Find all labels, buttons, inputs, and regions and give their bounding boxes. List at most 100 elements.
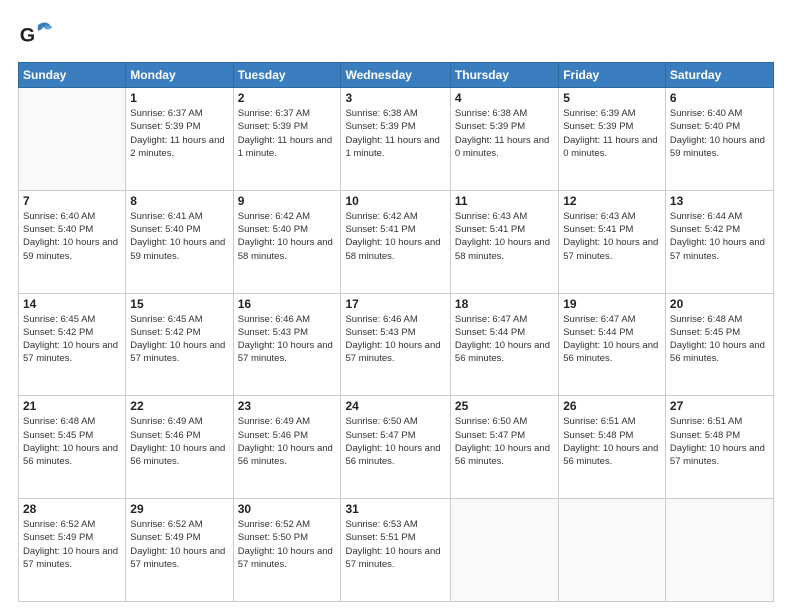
day-info: Sunrise: 6:42 AM Sunset: 5:41 PM Dayligh… — [345, 210, 445, 263]
calendar-page: G SundayMondayTuesdayWednesdayThursdayFr… — [0, 0, 792, 612]
calendar-cell: 11 Sunrise: 6:43 AM Sunset: 5:41 PM Dayli… — [450, 190, 558, 293]
calendar-cell: 6 Sunrise: 6:40 AM Sunset: 5:40 PM Daylig… — [665, 88, 773, 191]
day-number: 20 — [670, 297, 769, 311]
day-info: Sunrise: 6:38 AM Sunset: 5:39 PM Dayligh… — [455, 107, 554, 160]
day-info: Sunrise: 6:46 AM Sunset: 5:43 PM Dayligh… — [345, 313, 445, 366]
calendar-cell: 30Sunrise: 6:52 AM Sunset: 5:50 PM Dayli… — [233, 499, 341, 602]
day-number: 31 — [345, 502, 445, 516]
calendar-header-tuesday: Tuesday — [233, 63, 341, 88]
day-number: 16 — [238, 297, 337, 311]
day-number: 14 — [23, 297, 121, 311]
calendar-header-thursday: Thursday — [450, 63, 558, 88]
day-number: 30 — [238, 502, 337, 516]
calendar-cell: 13 Sunrise: 6:44 AM Sunset: 5:42 PM Dayli… — [665, 190, 773, 293]
day-info: Sunrise: 6:45 AM Sunset: 5:42 PM Dayligh… — [130, 313, 228, 366]
calendar-header-row: SundayMondayTuesdayWednesdayThursdayFrid… — [19, 63, 774, 88]
calendar-cell: 18 Sunrise: 6:47 AM Sunset: 5:44 PM Dayli… — [450, 293, 558, 396]
calendar-week-4: 21 Sunrise: 6:48 AM Sunset: 5:45 PM Dayli… — [19, 396, 774, 499]
calendar-header-friday: Friday — [559, 63, 666, 88]
day-number: 12 — [563, 194, 661, 208]
day-number: 8 — [130, 194, 228, 208]
day-info: Sunrise: 6:52 AM Sunset: 5:49 PM Dayligh… — [23, 518, 121, 571]
calendar-cell — [559, 499, 666, 602]
day-info: Sunrise: 6:48 AM Sunset: 5:45 PM Dayligh… — [670, 313, 769, 366]
day-info: Sunrise: 6:40 AM Sunset: 5:40 PM Dayligh… — [670, 107, 769, 160]
calendar-cell: 28 Sunrise: 6:52 AM Sunset: 5:49 PM Dayli… — [19, 499, 126, 602]
calendar-cell: 7 Sunrise: 6:40 AM Sunset: 5:40 PM Daylig… — [19, 190, 126, 293]
day-number: 10 — [345, 194, 445, 208]
day-number: 23 — [238, 399, 337, 413]
calendar-cell: 23 Sunrise: 6:49 AM Sunset: 5:46 PM Dayli… — [233, 396, 341, 499]
calendar-cell: 4 Sunrise: 6:38 AM Sunset: 5:39 PM Daylig… — [450, 88, 558, 191]
calendar-cell: 10 Sunrise: 6:42 AM Sunset: 5:41 PM Dayli… — [341, 190, 450, 293]
day-info: Sunrise: 6:49 AM Sunset: 5:46 PM Dayligh… — [238, 415, 337, 468]
logo-icon: G — [18, 18, 54, 54]
day-info: Sunrise: 6:41 AM Sunset: 5:40 PM Dayligh… — [130, 210, 228, 263]
calendar-table: SundayMondayTuesdayWednesdayThursdayFrid… — [18, 62, 774, 602]
calendar-cell — [665, 499, 773, 602]
day-number: 24 — [345, 399, 445, 413]
day-number: 21 — [23, 399, 121, 413]
day-number: 25 — [455, 399, 554, 413]
day-number: 15 — [130, 297, 228, 311]
calendar-cell: 3Sunrise: 6:38 AM Sunset: 5:39 PM Daylig… — [341, 88, 450, 191]
day-info: Sunrise: 6:38 AM Sunset: 5:39 PM Dayligh… — [345, 107, 445, 160]
day-info: Sunrise: 6:46 AM Sunset: 5:43 PM Dayligh… — [238, 313, 337, 366]
day-number: 7 — [23, 194, 121, 208]
calendar-week-3: 14 Sunrise: 6:45 AM Sunset: 5:42 PM Dayli… — [19, 293, 774, 396]
day-info: Sunrise: 6:43 AM Sunset: 5:41 PM Dayligh… — [455, 210, 554, 263]
calendar-cell — [19, 88, 126, 191]
calendar-cell: 25 Sunrise: 6:50 AM Sunset: 5:47 PM Dayli… — [450, 396, 558, 499]
header: G — [18, 18, 774, 54]
calendar-cell: 5Sunrise: 6:39 AM Sunset: 5:39 PM Daylig… — [559, 88, 666, 191]
calendar-cell: 26Sunrise: 6:51 AM Sunset: 5:48 PM Dayli… — [559, 396, 666, 499]
day-number: 4 — [455, 91, 554, 105]
calendar-cell: 9 Sunrise: 6:42 AM Sunset: 5:40 PM Daylig… — [233, 190, 341, 293]
calendar-cell: 12 Sunrise: 6:43 AM Sunset: 5:41 PM Dayli… — [559, 190, 666, 293]
calendar-cell: 27 Sunrise: 6:51 AM Sunset: 5:48 PM Dayli… — [665, 396, 773, 499]
day-number: 26 — [563, 399, 661, 413]
day-info: Sunrise: 6:43 AM Sunset: 5:41 PM Dayligh… — [563, 210, 661, 263]
calendar-cell: 21 Sunrise: 6:48 AM Sunset: 5:45 PM Dayli… — [19, 396, 126, 499]
day-info: Sunrise: 6:42 AM Sunset: 5:40 PM Dayligh… — [238, 210, 337, 263]
day-info: Sunrise: 6:39 AM Sunset: 5:39 PM Dayligh… — [563, 107, 661, 160]
day-info: Sunrise: 6:48 AM Sunset: 5:45 PM Dayligh… — [23, 415, 121, 468]
calendar-cell: 22Sunrise: 6:49 AM Sunset: 5:46 PM Dayli… — [126, 396, 233, 499]
calendar-cell: 2Sunrise: 6:37 AM Sunset: 5:39 PM Daylig… — [233, 88, 341, 191]
calendar-week-1: 1Sunrise: 6:37 AM Sunset: 5:39 PM Daylig… — [19, 88, 774, 191]
calendar-cell: 14 Sunrise: 6:45 AM Sunset: 5:42 PM Dayli… — [19, 293, 126, 396]
day-number: 9 — [238, 194, 337, 208]
day-info: Sunrise: 6:51 AM Sunset: 5:48 PM Dayligh… — [670, 415, 769, 468]
calendar-cell: 17 Sunrise: 6:46 AM Sunset: 5:43 PM Dayli… — [341, 293, 450, 396]
day-number: 2 — [238, 91, 337, 105]
svg-text:G: G — [20, 24, 35, 46]
calendar-cell: 24Sunrise: 6:50 AM Sunset: 5:47 PM Dayli… — [341, 396, 450, 499]
calendar-cell: 29Sunrise: 6:52 AM Sunset: 5:49 PM Dayli… — [126, 499, 233, 602]
calendar-header-saturday: Saturday — [665, 63, 773, 88]
day-info: Sunrise: 6:53 AM Sunset: 5:51 PM Dayligh… — [345, 518, 445, 571]
day-info: Sunrise: 6:50 AM Sunset: 5:47 PM Dayligh… — [455, 415, 554, 468]
day-info: Sunrise: 6:47 AM Sunset: 5:44 PM Dayligh… — [455, 313, 554, 366]
calendar-header-wednesday: Wednesday — [341, 63, 450, 88]
day-number: 13 — [670, 194, 769, 208]
calendar-cell: 20 Sunrise: 6:48 AM Sunset: 5:45 PM Dayli… — [665, 293, 773, 396]
day-number: 22 — [130, 399, 228, 413]
day-info: Sunrise: 6:44 AM Sunset: 5:42 PM Dayligh… — [670, 210, 769, 263]
day-info: Sunrise: 6:37 AM Sunset: 5:39 PM Dayligh… — [130, 107, 228, 160]
calendar-header-sunday: Sunday — [19, 63, 126, 88]
calendar-cell: 16 Sunrise: 6:46 AM Sunset: 5:43 PM Dayli… — [233, 293, 341, 396]
day-number: 27 — [670, 399, 769, 413]
day-number: 11 — [455, 194, 554, 208]
calendar-cell — [450, 499, 558, 602]
day-number: 28 — [23, 502, 121, 516]
calendar-cell: 15 Sunrise: 6:45 AM Sunset: 5:42 PM Dayli… — [126, 293, 233, 396]
day-number: 6 — [670, 91, 769, 105]
day-number: 17 — [345, 297, 445, 311]
day-number: 29 — [130, 502, 228, 516]
day-info: Sunrise: 6:45 AM Sunset: 5:42 PM Dayligh… — [23, 313, 121, 366]
day-info: Sunrise: 6:47 AM Sunset: 5:44 PM Dayligh… — [563, 313, 661, 366]
calendar-week-2: 7 Sunrise: 6:40 AM Sunset: 5:40 PM Daylig… — [19, 190, 774, 293]
day-info: Sunrise: 6:40 AM Sunset: 5:40 PM Dayligh… — [23, 210, 121, 263]
day-number: 18 — [455, 297, 554, 311]
calendar-cell: 8 Sunrise: 6:41 AM Sunset: 5:40 PM Daylig… — [126, 190, 233, 293]
